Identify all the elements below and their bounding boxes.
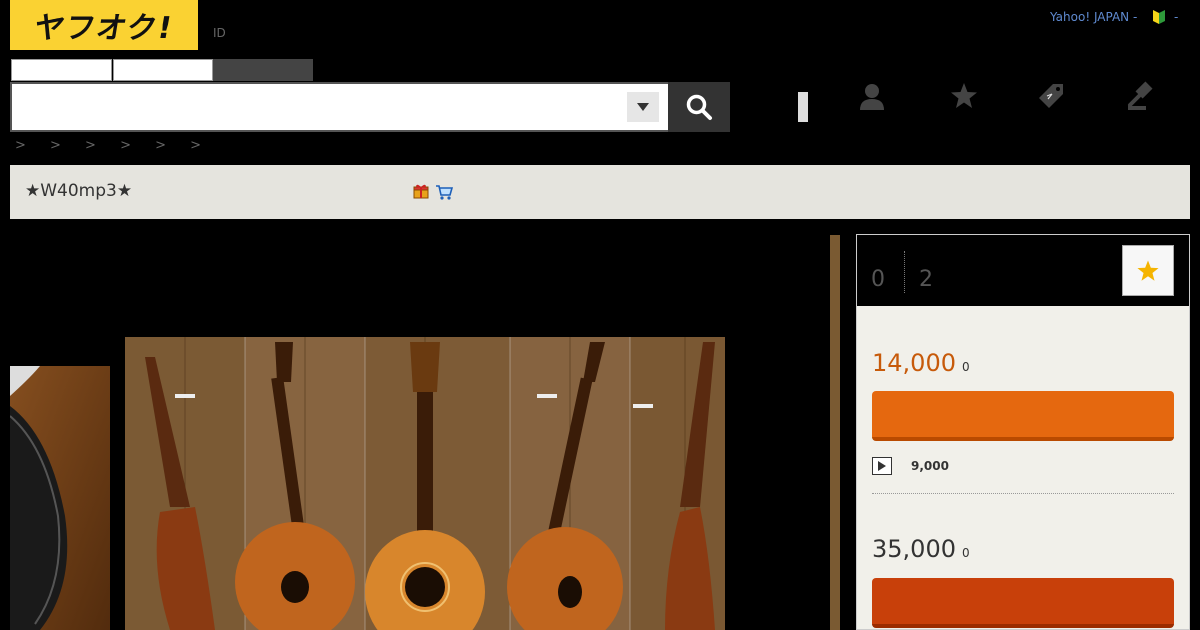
id-link[interactable]: ID — [213, 26, 226, 40]
search-icon — [686, 94, 712, 120]
buynow-price-value: 35,000 — [872, 535, 956, 563]
nav-divider — [798, 92, 808, 122]
caret-down-icon — [637, 103, 649, 111]
search-category-tab-3[interactable] — [213, 59, 313, 81]
panel-dotted-divider — [872, 493, 1174, 494]
gift-icon — [413, 184, 429, 199]
star-icon — [1137, 259, 1159, 281]
watchlist-star-icon[interactable] — [948, 80, 980, 112]
current-price-value: 14,000 — [872, 349, 956, 377]
item-thumbnail-image[interactable] — [10, 366, 110, 630]
item-main-photo[interactable] — [125, 337, 725, 630]
panel-separator — [904, 251, 905, 293]
watch-button[interactable] — [1122, 245, 1174, 296]
auction-gavel-icon[interactable] — [1125, 80, 1157, 112]
buynow-price: 35,000 0 — [872, 535, 970, 563]
start-price: 9,000 — [911, 459, 949, 473]
bid-count: 0 — [871, 267, 885, 292]
content-divider — [830, 235, 840, 630]
item-title-bar: ★W40mp3★ — [10, 165, 1190, 219]
panel-header: 0 2 — [857, 235, 1189, 306]
search-category-tab-2[interactable] — [113, 59, 213, 81]
yafuoku-logo[interactable]: ヤフオク! — [10, 0, 198, 50]
search-category-dropdown[interactable] — [627, 92, 659, 122]
logo-text: ヤフオク! — [31, 11, 176, 46]
watch-count: 2 — [919, 267, 933, 292]
play-icon — [878, 461, 886, 471]
current-price-suffix: 0 — [961, 360, 970, 374]
search-button[interactable] — [668, 82, 730, 132]
breadcrumb[interactable]: > > > > > > — [15, 138, 207, 153]
yahoo-japan-link[interactable]: Yahoo! JAPAN - — [1050, 10, 1137, 24]
user-icon[interactable] — [856, 80, 888, 112]
item-title: ★W40mp3★ — [25, 181, 133, 201]
coupon-tag-icon[interactable] — [1035, 80, 1067, 112]
buy-now-button[interactable] — [872, 578, 1174, 628]
header-separator: - — [1174, 10, 1179, 24]
expand-play-button[interactable] — [872, 457, 892, 475]
buynow-price-suffix: 0 — [961, 546, 970, 560]
shopping-cart-icon — [436, 185, 453, 200]
search-box — [10, 82, 670, 132]
search-input[interactable] — [18, 92, 622, 124]
bid-button[interactable] — [872, 391, 1174, 441]
price-panel: 0 2 14,000 0 9,000 35,000 0 — [856, 234, 1190, 630]
search-category-tab-1[interactable] — [11, 59, 112, 81]
beginner-mark-icon[interactable] — [1152, 9, 1166, 25]
current-price: 14,000 0 — [872, 349, 970, 377]
